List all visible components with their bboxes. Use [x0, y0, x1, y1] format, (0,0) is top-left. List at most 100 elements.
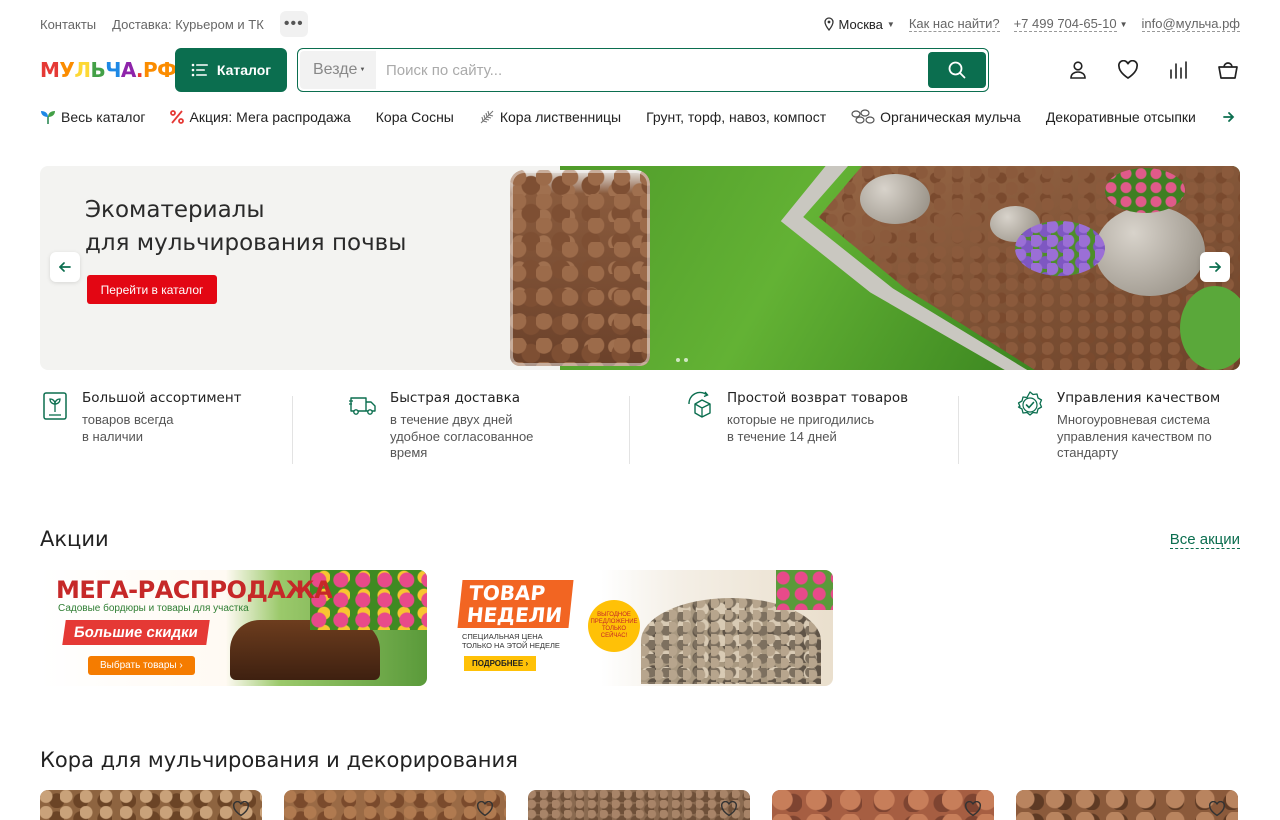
product-card[interactable]: [772, 790, 994, 820]
hero-prev-button[interactable]: [50, 252, 80, 282]
feature-desc: которые не пригодились в течение 14 дней: [727, 412, 875, 444]
products-section-title: Кора для мульчирования и декорирования: [40, 748, 518, 772]
promo1-button[interactable]: Выбрать товары ›: [88, 656, 195, 675]
arrow-right-icon: [1209, 262, 1221, 272]
feature-returns: Простой возврат товаров которые не приго…: [630, 388, 958, 468]
header: М У Л Ь Ч А. РФ Каталог Везде ▼: [40, 48, 1240, 92]
nav-item-pine-bark[interactable]: Кора Сосны: [376, 109, 454, 125]
arrow-left-icon: [59, 262, 71, 272]
cart-button[interactable]: [1216, 58, 1240, 82]
account-button[interactable]: [1066, 58, 1090, 82]
heart-icon: [1209, 801, 1225, 817]
nav-item-soil[interactable]: Грунт, торф, навоз, компост: [646, 109, 826, 125]
hero-flowers-image: [1105, 168, 1185, 213]
hero-plant-image: [1180, 286, 1240, 370]
search-input[interactable]: [376, 51, 928, 89]
hero-title: Экоматериалы для мульчирования почвы: [85, 194, 406, 260]
search-button[interactable]: [928, 52, 986, 88]
return-box-icon: [688, 391, 711, 418]
search-bar: Везде ▼: [297, 48, 989, 92]
nav-item-label: Органическая мульча: [880, 109, 1021, 125]
city-selector[interactable]: Москва ▼: [823, 17, 895, 32]
feature-title: Простой возврат товаров: [727, 390, 909, 406]
favorites-button[interactable]: [1116, 58, 1140, 82]
product-card[interactable]: [284, 790, 506, 820]
favorite-button[interactable]: [962, 798, 984, 820]
heart-icon: [721, 801, 737, 817]
delivery-link[interactable]: Доставка: Курьером и ТК: [112, 17, 264, 32]
caret-down-icon: ▼: [359, 67, 366, 73]
nav-item-larch-bark[interactable]: Кора лиственницы: [479, 109, 621, 125]
feature-desc: Многоуровневая система управления качеств…: [1057, 412, 1212, 460]
feature-desc: в течение двух дней удобное согласованное…: [390, 412, 534, 460]
features-strip: Большой ассортимент товаров всегда в нали…: [40, 388, 1240, 468]
hero-rock-image: [860, 174, 930, 224]
hero-pagination-dots[interactable]: [676, 358, 688, 362]
feature-delivery: Быстрая доставка в течение двух дней удоб…: [293, 388, 629, 468]
promo2-badge: ВЫГОДНОЕ ПРЕДЛОЖЕНИЕ ТОЛЬКО СЕЙЧАС!: [588, 600, 640, 652]
sprout-icon: [41, 111, 55, 124]
percent-icon: [170, 110, 185, 124]
quality-badge-icon: [1017, 391, 1043, 416]
product-image: [1016, 790, 1238, 820]
basket-icon: [1218, 62, 1238, 79]
product-cards-row: [40, 790, 1238, 820]
promo-banner-product-of-week[interactable]: ТОВАР НЕДЕЛИ СПЕЦИАЛЬНАЯ ЦЕНА ТОЛЬКО НА Э…: [446, 570, 833, 686]
nav-item-label: Акция: Мега распродажа: [189, 109, 351, 125]
nav-item-all-catalog[interactable]: Весь каталог: [40, 109, 145, 125]
product-image: [528, 790, 750, 820]
search-icon: [948, 61, 966, 79]
promos-section-title: Акции: [40, 527, 109, 551]
contacts-link[interactable]: Контакты: [40, 17, 96, 32]
top-bar: Контакты Доставка: Курьером и ТК ••• Мос…: [40, 10, 1240, 38]
compare-button[interactable]: [1166, 58, 1190, 82]
feature-title: Большой ассортимент: [82, 390, 242, 406]
truck-icon: [349, 397, 376, 415]
phone-selector[interactable]: +7 499 704-65-10 ▼: [1013, 16, 1128, 32]
feature-quality: Управления качеством Многоуровневая сист…: [959, 388, 1239, 468]
promo-banner-mega-sale[interactable]: МЕГА-РАСПРОДАЖА Садовые бордюры и товары…: [40, 570, 427, 686]
favorite-button[interactable]: [474, 798, 496, 820]
catalog-icon: [43, 392, 67, 420]
promo1-subtitle: Садовые бордюры и товары для участка: [58, 603, 249, 614]
heart-icon: [965, 801, 981, 817]
menu-list-icon: [191, 63, 208, 77]
catalog-button[interactable]: Каталог: [175, 48, 287, 92]
search-scope-label: Везде: [313, 61, 358, 78]
how-to-find-link[interactable]: Как нас найти?: [908, 16, 1000, 32]
more-menu-button[interactable]: •••: [279, 11, 308, 37]
nav-item-mega-sale[interactable]: Акция: Мега распродажа: [170, 109, 351, 125]
arrow-right-icon: [1223, 112, 1235, 122]
hero-next-button[interactable]: [1200, 252, 1230, 282]
favorite-button[interactable]: [230, 798, 252, 820]
site-logo[interactable]: М У Л Ь Ч А. РФ: [40, 52, 177, 88]
hero-cta-button[interactable]: Перейти в каталог: [87, 275, 217, 304]
promo1-highlight: Большие скидки: [62, 620, 210, 645]
nav-item-label: Кора Сосны: [375, 109, 454, 125]
product-card[interactable]: [1016, 790, 1238, 820]
hero-banner[interactable]: Экоматериалы для мульчирования почвы Пер…: [40, 166, 1240, 370]
hero-flowers-image: [1015, 221, 1105, 276]
product-card[interactable]: [40, 790, 262, 820]
all-promos-link[interactable]: Все акции: [1169, 531, 1240, 549]
pebbles-image: [641, 598, 821, 684]
promo2-button[interactable]: ПОДРОБНЕЕ ›: [464, 656, 537, 671]
heart-icon: [477, 801, 493, 817]
product-card[interactable]: [528, 790, 750, 820]
nav-item-decorative[interactable]: Декоративные отсыпки: [1046, 109, 1196, 125]
heart-icon: [233, 801, 249, 817]
nav-item-organic-mulch[interactable]: Органическая мульча: [851, 109, 1021, 125]
compare-bars-icon: [1170, 61, 1187, 79]
feature-desc: товаров всегда в наличии: [82, 412, 174, 444]
flowers-image: [776, 570, 833, 610]
caret-down-icon: ▼: [1119, 19, 1128, 29]
nav-scroll-right-button[interactable]: [1218, 104, 1240, 130]
catalog-label: Каталог: [216, 62, 272, 78]
search-scope-selector[interactable]: Везде ▼: [300, 51, 376, 89]
heart-icon: [1118, 60, 1138, 79]
nav-item-label: Кора лиственницы: [499, 109, 622, 125]
favorite-button[interactable]: [718, 798, 740, 820]
email-link[interactable]: info@мульча.рф: [1141, 16, 1240, 32]
favorite-button[interactable]: [1206, 798, 1228, 820]
phone-link[interactable]: +7 499 704-65-10: [1013, 16, 1117, 32]
